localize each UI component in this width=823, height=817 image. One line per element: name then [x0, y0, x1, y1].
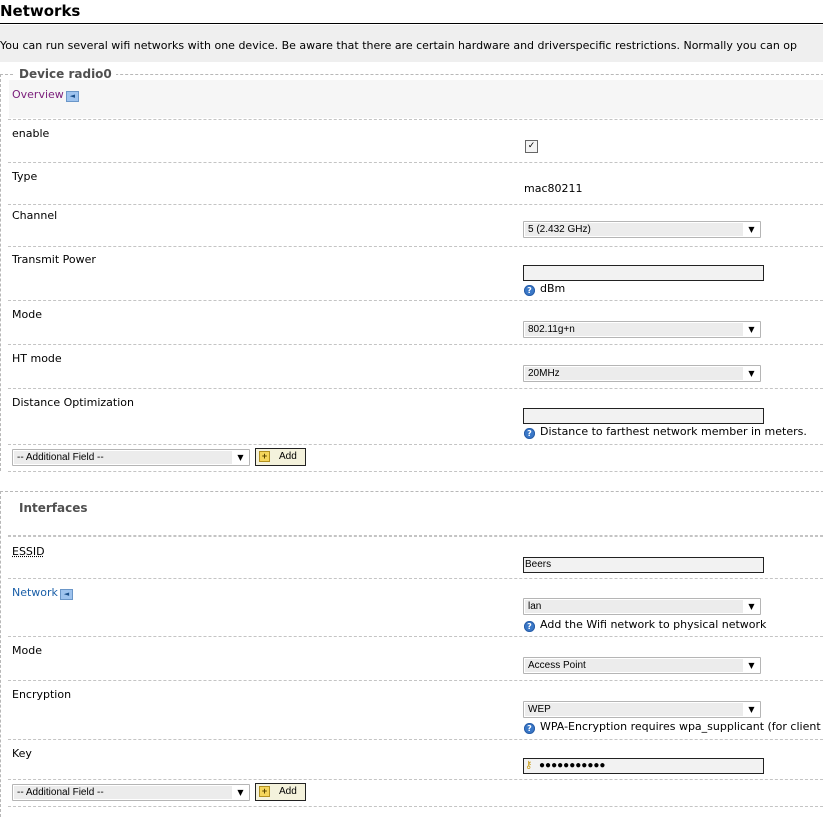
add-icon: +	[259, 786, 270, 797]
ht-mode-value: 20MHz	[525, 367, 743, 380]
add-field-button[interactable]: + Add	[255, 448, 306, 466]
essid-input[interactable]: Beers	[523, 557, 764, 573]
chevron-down-icon[interactable]: ▼	[746, 324, 757, 335]
if-add-field-button[interactable]: + Add	[255, 783, 306, 801]
key-input[interactable]: ⚷ ●●●●●●●●●●●	[523, 758, 764, 774]
page-description: You can run several wifi networks with o…	[0, 39, 798, 52]
row-type	[8, 162, 823, 205]
encryption-select[interactable]: WEP ▼	[523, 701, 761, 718]
additional-field-select[interactable]: -- Additional Field -- ▼	[12, 449, 250, 466]
chevron-down-icon[interactable]: ▼	[746, 601, 757, 612]
essid-label: ESSID	[12, 545, 45, 558]
back-arrow-icon[interactable]: ◄	[65, 91, 79, 102]
help-icon: ?	[524, 428, 535, 439]
help-icon: ?	[524, 285, 535, 296]
channel-value: 5 (2.432 GHz)	[525, 223, 743, 236]
device-legend: Device radio0	[15, 67, 116, 81]
key-masked-value: ●●●●●●●●●●●	[539, 760, 606, 771]
mode-value: 802.11g+n	[525, 323, 743, 336]
ht-mode-select[interactable]: 20MHz ▼	[523, 365, 761, 382]
enable-checkbox[interactable]: ✓	[525, 140, 538, 153]
type-label: Type	[12, 170, 38, 183]
network-hint-text: Add the Wifi network to physical network	[540, 618, 767, 631]
transmit-power-hint: ? dBm	[524, 282, 565, 296]
enable-label: enable	[12, 127, 50, 140]
overview-label[interactable]: Overview	[12, 88, 64, 101]
if-additional-field-value: -- Additional Field --	[14, 786, 232, 799]
channel-select[interactable]: 5 (2.432 GHz) ▼	[523, 221, 761, 238]
network-value: lan	[525, 600, 743, 613]
chevron-down-icon[interactable]: ▼	[235, 787, 246, 798]
chevron-down-icon[interactable]: ▼	[746, 704, 757, 715]
network-select[interactable]: lan ▼	[523, 598, 761, 615]
ht-mode-label: HT mode	[12, 352, 62, 365]
transmit-power-hint-text: dBm	[540, 282, 566, 295]
chevron-down-icon[interactable]: ▼	[746, 660, 757, 671]
page-title: Networks	[0, 2, 81, 20]
add-icon: +	[259, 451, 270, 462]
overview-link[interactable]: Overview ◄	[12, 88, 79, 102]
key-label: Key	[12, 747, 32, 760]
encryption-hint: ? WPA-Encryption requires wpa_supplicant …	[524, 720, 821, 734]
if-mode-value: Access Point	[525, 659, 743, 672]
back-arrow-icon[interactable]: ◄	[59, 589, 73, 600]
row-enable	[8, 119, 823, 163]
encryption-hint-text: WPA-Encryption requires wpa_supplicant (…	[540, 720, 821, 733]
distance-hint: ? Distance to farthest network member in …	[524, 425, 807, 439]
chevron-down-icon[interactable]: ▼	[746, 368, 757, 379]
help-icon: ?	[524, 723, 535, 734]
chevron-down-icon[interactable]: ▼	[746, 224, 757, 235]
encryption-value: WEP	[525, 703, 743, 716]
add-button-label: Add	[279, 451, 297, 462]
chevron-down-icon[interactable]: ▼	[235, 452, 246, 463]
network-label[interactable]: Network	[12, 586, 58, 599]
network-hint: ? Add the Wifi network to physical networ…	[524, 618, 766, 632]
distance-input[interactable]	[523, 408, 764, 424]
encryption-label: Encryption	[12, 688, 72, 701]
type-value: mac80211	[524, 182, 583, 195]
if-additional-field-select[interactable]: -- Additional Field -- ▼	[12, 784, 250, 801]
if-add-button-label: Add	[279, 786, 297, 797]
network-link[interactable]: Network ◄	[12, 586, 73, 600]
if-mode-select[interactable]: Access Point ▼	[523, 657, 761, 674]
key-icon: ⚷	[525, 760, 533, 771]
additional-field-value: -- Additional Field --	[14, 451, 232, 464]
device-overview-band	[9, 80, 823, 118]
title-divider	[0, 23, 823, 24]
channel-label: Channel	[12, 209, 58, 222]
transmit-power-input[interactable]	[523, 265, 764, 281]
mode-label: Mode	[12, 308, 42, 321]
help-icon: ?	[524, 621, 535, 632]
distance-hint-text: Distance to farthest network member in m…	[540, 425, 807, 438]
mode-select[interactable]: 802.11g+n ▼	[523, 321, 761, 338]
interfaces-legend: Interfaces	[15, 501, 92, 515]
transmit-power-label: Transmit Power	[12, 253, 96, 266]
if-mode-label: Mode	[12, 644, 42, 657]
distance-label: Distance Optimization	[12, 396, 134, 409]
